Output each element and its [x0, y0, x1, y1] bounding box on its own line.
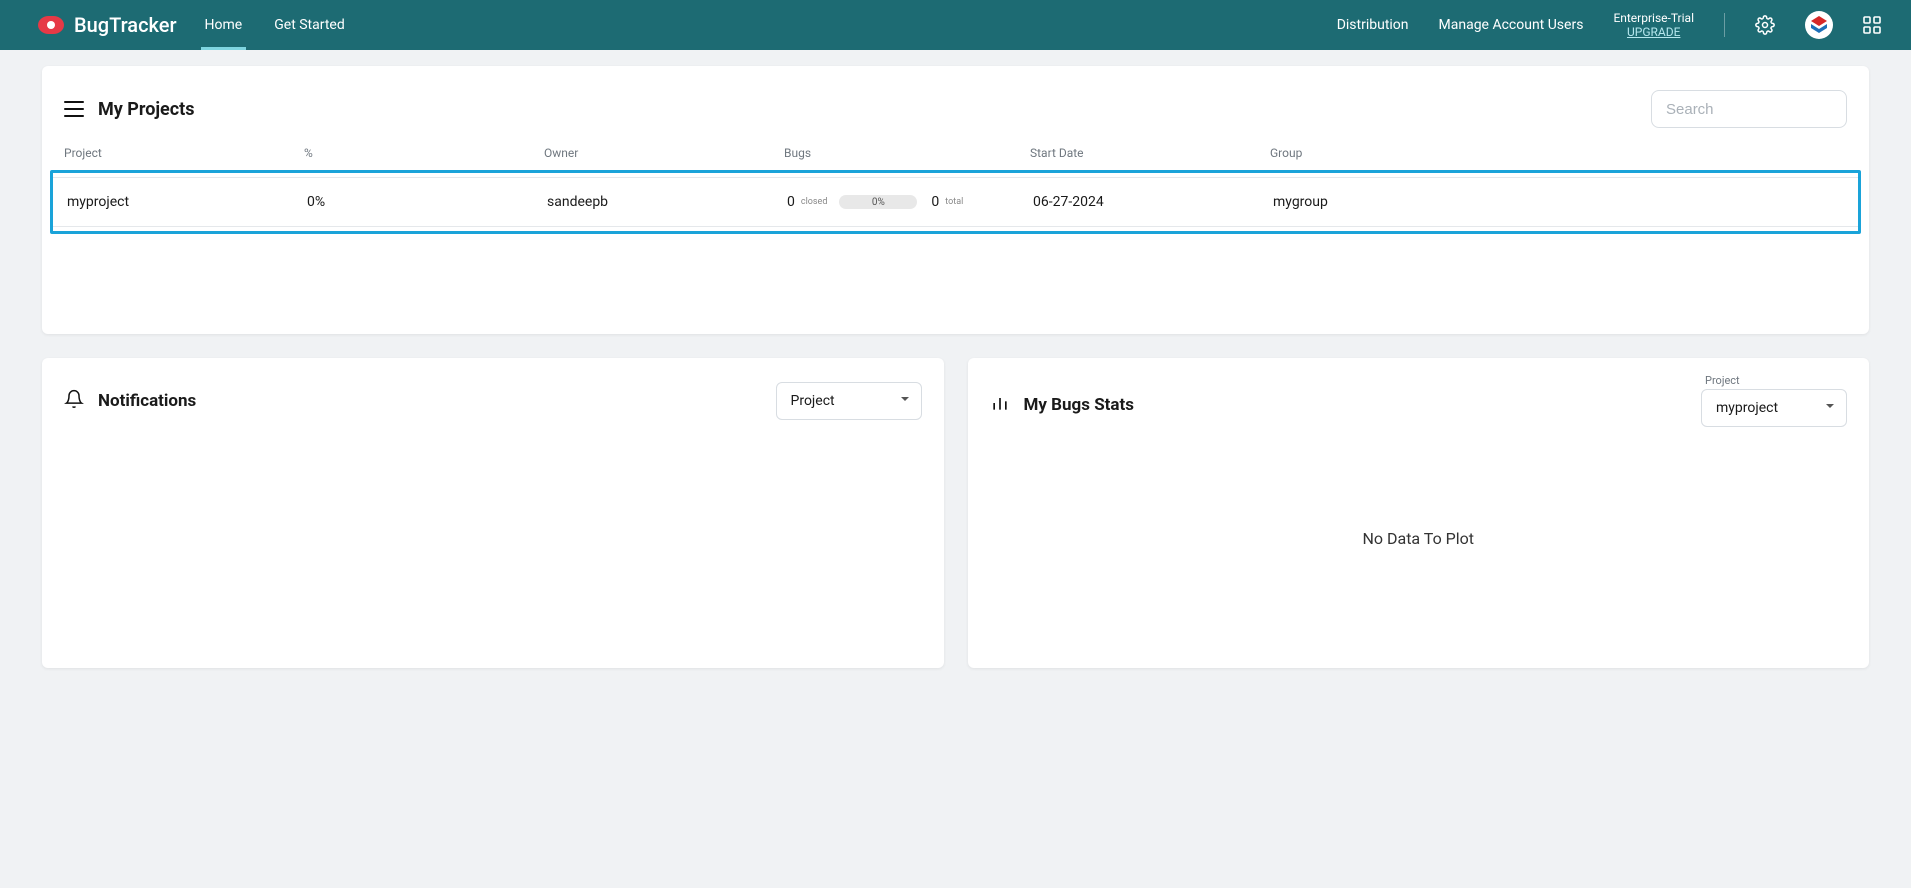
- bugs-total-label: total: [945, 197, 963, 207]
- divider: [1724, 13, 1725, 37]
- settings-button[interactable]: [1755, 15, 1775, 35]
- stats-project-select[interactable]: myproject: [1701, 389, 1847, 427]
- col-bugs: Bugs: [784, 146, 1030, 160]
- app-title: BugTracker: [74, 13, 177, 37]
- apps-button[interactable]: [1863, 16, 1881, 34]
- nav-distribution[interactable]: Distribution: [1337, 17, 1409, 33]
- col-project: Project: [64, 146, 304, 160]
- gear-icon: [1755, 15, 1775, 35]
- stats-select-value: myproject: [1716, 400, 1778, 416]
- cell-project: myproject: [67, 194, 307, 210]
- notifications-title: Notifications: [98, 391, 196, 411]
- nav-right: Distribution Manage Account Users Enterp…: [1337, 11, 1881, 40]
- bugs-closed-label: closed: [801, 197, 828, 207]
- projects-table-header: Project % Owner Bugs Start Date Group: [42, 146, 1869, 168]
- apps-grid-icon: [1863, 16, 1881, 34]
- projects-search-input[interactable]: [1651, 90, 1847, 128]
- bugs-progress-bar: 0%: [839, 195, 917, 209]
- cell-owner: sandeepb: [547, 194, 787, 210]
- stats-card: My Bugs Stats Project myproject No Data …: [968, 358, 1870, 668]
- cell-bugs: 0 closed 0% 0 total: [787, 194, 1033, 210]
- notifications-header: Notifications Project: [64, 382, 922, 420]
- lower-grid: Notifications Project My: [42, 358, 1869, 668]
- stats-select-label: Project: [1705, 374, 1847, 387]
- bar-chart-icon: [990, 393, 1010, 417]
- bell-icon: [64, 389, 84, 413]
- trial-label: Enterprise-Trial: [1613, 11, 1694, 25]
- app-logo-icon: [38, 16, 64, 34]
- notifications-select-value: Project: [791, 393, 835, 409]
- col-startdate: Start Date: [1030, 146, 1270, 160]
- table-row[interactable]: myproject 0% sandeepb 0 closed 0% 0 tota…: [53, 177, 1858, 227]
- projects-header: My Projects: [42, 90, 1869, 146]
- projects-title: My Projects: [98, 99, 195, 120]
- notifications-project-select[interactable]: Project: [776, 382, 922, 420]
- stats-header: My Bugs Stats Project myproject: [990, 382, 1848, 427]
- stats-title: My Bugs Stats: [1024, 395, 1135, 415]
- notifications-card: Notifications Project: [42, 358, 944, 668]
- chevron-down-icon: [899, 393, 911, 409]
- col-percent: %: [304, 146, 544, 160]
- nav-get-started[interactable]: Get Started: [274, 0, 345, 50]
- nav-manage-users[interactable]: Manage Account Users: [1439, 17, 1584, 33]
- col-owner: Owner: [544, 146, 784, 160]
- nav-links: Home Get Started: [205, 0, 345, 50]
- bugs-closed-count: 0: [787, 194, 795, 210]
- avatar[interactable]: [1805, 11, 1833, 39]
- cell-percent: 0%: [307, 194, 547, 210]
- avatar-icon: [1807, 13, 1831, 37]
- top-nav: BugTracker Home Get Started Distribution…: [0, 0, 1911, 50]
- nav-home[interactable]: Home: [205, 0, 243, 50]
- projects-card: My Projects Project % Owner Bugs Start D…: [42, 66, 1869, 334]
- stats-empty-message: No Data To Plot: [968, 529, 1870, 548]
- chevron-down-icon: [1824, 400, 1836, 416]
- upgrade-box: Enterprise-Trial UPGRADE: [1613, 11, 1694, 40]
- page-body: My Projects Project % Owner Bugs Start D…: [0, 50, 1911, 684]
- col-group: Group: [1270, 146, 1847, 160]
- stack-icon: [64, 100, 84, 118]
- bugs-total-count: 0: [931, 194, 939, 210]
- cell-startdate: 06-27-2024: [1033, 194, 1273, 210]
- projects-row-highlight: myproject 0% sandeepb 0 closed 0% 0 tota…: [50, 170, 1861, 234]
- upgrade-link[interactable]: UPGRADE: [1613, 25, 1694, 39]
- cell-group: mygroup: [1273, 194, 1844, 210]
